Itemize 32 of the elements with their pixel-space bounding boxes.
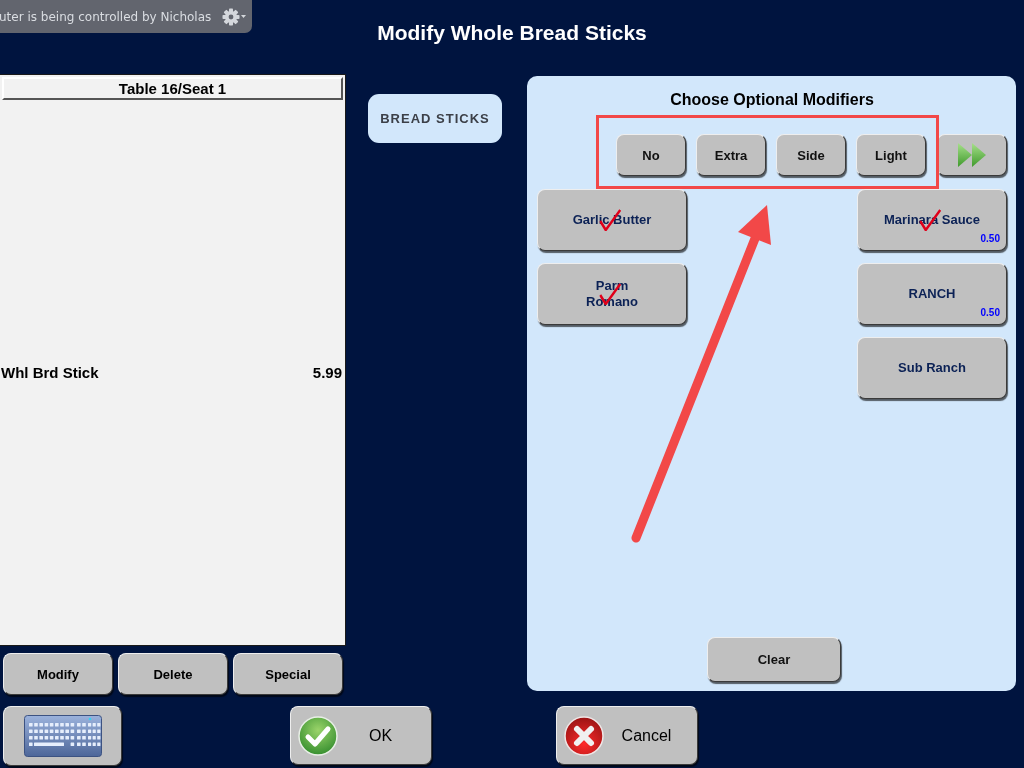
keyboard-icon bbox=[23, 715, 102, 757]
category-button[interactable]: BREAD STICKS bbox=[368, 94, 502, 143]
modifier-button[interactable]: Sub Ranch bbox=[857, 337, 1007, 399]
clear-button[interactable]: Clear bbox=[707, 637, 841, 682]
next-button[interactable] bbox=[937, 134, 1007, 176]
keyboard-button[interactable] bbox=[3, 706, 122, 766]
order-action-button[interactable]: Delete bbox=[118, 653, 228, 695]
banner-text: uter is being controlled by Nicholas bbox=[0, 9, 212, 24]
fast-forward-icon bbox=[958, 143, 986, 167]
order-action-button[interactable]: Special bbox=[233, 653, 343, 695]
window-title: Modify Whole Bread Sticks bbox=[377, 20, 647, 46]
modifier-button[interactable]: Garlic Butter bbox=[537, 189, 687, 251]
gear-icon bbox=[222, 7, 240, 26]
table-seat-header: Table 16/Seat 1 bbox=[2, 77, 343, 100]
caret-icon bbox=[241, 15, 246, 18]
order-action-button[interactable]: Modify bbox=[3, 653, 113, 695]
check-circle-icon bbox=[298, 715, 338, 756]
prefix-button[interactable]: No bbox=[616, 134, 686, 176]
x-circle-icon bbox=[564, 715, 604, 756]
price-label: 0.50 bbox=[980, 232, 1000, 246]
order-item-name: Whl Brd Stick bbox=[1, 364, 99, 381]
prefix-button[interactable]: Light bbox=[856, 134, 926, 176]
panel-title: Choose Optional Modifiers bbox=[669, 90, 875, 110]
order-item-price: 5.99 bbox=[312, 364, 342, 381]
settings-button[interactable] bbox=[222, 7, 246, 26]
modifier-button[interactable]: Parm Romano bbox=[537, 263, 687, 325]
prefix-button[interactable]: Side bbox=[776, 134, 846, 176]
modifier-button[interactable]: RANCH 0.50 bbox=[857, 263, 1007, 325]
prefix-button[interactable]: Extra bbox=[696, 134, 766, 176]
price-label: 0.50 bbox=[980, 306, 1000, 320]
ok-button[interactable]: OK bbox=[290, 706, 432, 765]
cancel-button[interactable]: Cancel bbox=[556, 706, 698, 765]
